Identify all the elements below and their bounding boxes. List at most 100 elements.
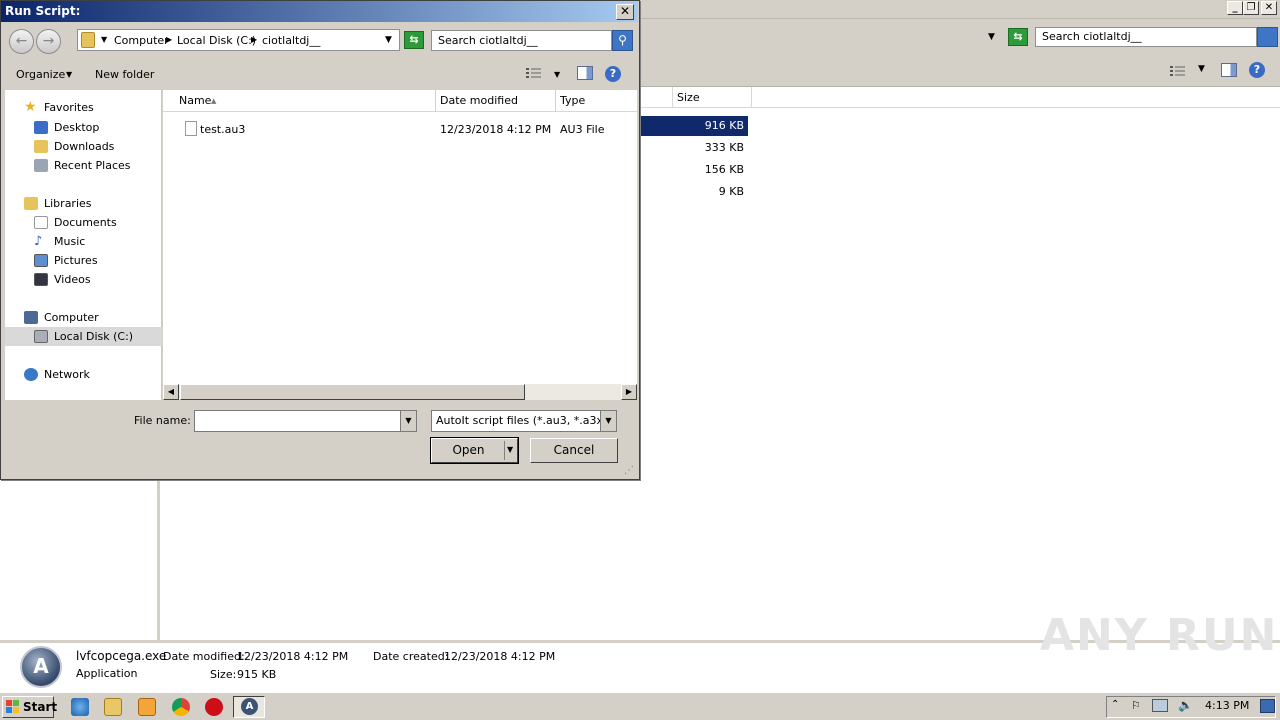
file-type-dropdown-icon[interactable]: ▼ [600,410,617,432]
organize-button[interactable]: Organize [16,68,65,81]
file-name-dropdown-icon[interactable]: ▼ [400,410,417,432]
scroll-right-icon[interactable]: ▶ [621,384,637,400]
clock[interactable]: 4:13 PM [1205,699,1249,712]
size-cell[interactable]: 916 KB [640,116,748,136]
column-header-date-modified[interactable]: Date modified [435,90,518,112]
nav-network[interactable]: Network [5,365,162,384]
nav-documents[interactable]: Documents [5,213,162,232]
breadcrumb-chevron-icon[interactable]: ▶ [166,35,172,44]
column-header-size[interactable]: Size [672,87,752,108]
details-date-modified-label: Date modified: [163,650,245,663]
nav-local-disk[interactable]: Local Disk (C:) [5,327,162,346]
refresh-icon[interactable]: ⇆ [404,31,424,49]
documents-icon [34,216,48,229]
details-file-type: Application [76,667,138,680]
dialog-close-button[interactable]: ✕ [616,4,634,20]
column-header-name[interactable]: Name [174,90,211,112]
close-button[interactable]: ✕ [1261,1,1277,15]
tray-expand-icon[interactable]: ⌃ [1111,699,1119,710]
file-type-select[interactable]: AutoIt script files (*.au3, *.a3x) [431,410,601,432]
search-icon[interactable] [1257,27,1278,47]
opera-icon[interactable] [205,698,223,716]
internet-explorer-icon[interactable] [71,698,89,716]
scroll-left-icon[interactable]: ◀ [163,384,179,400]
computer-icon [24,311,38,324]
drive-icon [34,330,48,343]
size-cell[interactable]: 9 KB [640,182,748,202]
nav-label: Favorites [44,101,94,114]
breadcrumb-folder[interactable]: ciotlaltdj__ [262,34,320,47]
autoit-icon: A [241,698,258,715]
nav-music[interactable]: ♪ Music [5,232,162,251]
scroll-thumb[interactable] [180,384,525,400]
file-name-label: File name: [134,414,191,427]
address-dropdown-icon[interactable]: ▼ [385,35,392,45]
autoit-logo-icon: A [33,654,49,678]
nav-libraries[interactable]: Libraries [5,194,162,213]
nav-label: Recent Places [54,159,131,172]
help-icon[interactable]: ? [1249,62,1265,78]
nav-favorites[interactable]: ★ Favorites [5,98,162,117]
minimize-button[interactable]: _ [1227,1,1243,15]
details-file-name: lvfcopcega.exe [76,649,167,663]
forward-button[interactable]: → [36,29,61,54]
file-name: test.au3 [200,123,246,136]
volume-icon[interactable]: 🔈 [1178,698,1193,712]
downloads-icon [34,140,48,153]
back-button[interactable]: ← [9,29,34,54]
resize-grip-icon[interactable]: ⋰ [624,465,634,476]
breadcrumb-chevron-icon[interactable]: ▼ [101,35,107,44]
star-icon: ★ [24,99,37,115]
open-button-separator [504,441,505,460]
preview-pane-icon[interactable] [1221,63,1237,77]
preview-pane-icon[interactable] [577,66,593,80]
network-tray-icon[interactable] [1152,699,1168,712]
views-icon[interactable] [526,67,542,80]
details-size: 915 KB [237,668,277,681]
file-name-input[interactable] [194,410,404,432]
views-dropdown-icon[interactable]: ▼ [1198,64,1205,74]
background-search-input[interactable]: Search ciotlaltdj__ [1035,27,1257,47]
sort-ascending-icon: ▲ [211,97,217,105]
cancel-button[interactable]: Cancel [530,438,618,463]
nav-label: Pictures [54,254,98,267]
nav-recent-places[interactable]: Recent Places [5,156,162,175]
navpane-splitter[interactable] [157,480,160,640]
show-desktop-icon[interactable] [1260,699,1275,713]
organize-dropdown-icon[interactable]: ▼ [66,70,72,79]
dialog-titlebar[interactable] [1,1,638,22]
address-dropdown-icon[interactable]: ▼ [988,32,995,42]
media-player-icon[interactable] [138,698,156,716]
details-date-modified: 12/23/2018 4:12 PM [237,650,349,663]
nav-label: Local Disk (C:) [54,330,134,343]
nav-downloads[interactable]: Downloads [5,137,162,156]
chrome-icon[interactable] [172,698,190,716]
open-dropdown-icon[interactable]: ▼ [507,445,513,454]
nav-label: Libraries [44,197,92,210]
dialog-title: Run Script: [5,4,81,18]
taskbar [0,692,1280,720]
breadcrumb-computer[interactable]: Computer [114,34,169,47]
new-folder-button[interactable]: New folder [95,68,154,81]
refresh-icon[interactable]: ⇆ [1008,28,1028,46]
nav-pictures[interactable]: Pictures [5,251,162,270]
search-icon[interactable]: ⚲ [612,30,633,51]
nav-videos[interactable]: Videos [5,270,162,289]
desktop-icon [34,121,48,134]
dialog-search-input[interactable]: Search ciotlaltdj__ [431,30,612,51]
column-header-type[interactable]: Type [555,90,585,112]
nav-computer[interactable]: Computer [5,308,162,327]
help-icon[interactable]: ? [605,66,621,82]
nav-desktop[interactable]: Desktop [5,118,162,137]
views-dropdown-icon[interactable]: ▼ [554,70,560,79]
breadcrumb-chevron-icon[interactable]: ▶ [251,35,257,44]
size-cell[interactable]: 156 KB [640,160,748,180]
size-cell[interactable]: 333 KB [640,138,748,158]
explorer-folder-icon[interactable] [104,698,122,716]
breadcrumb-local-disk[interactable]: Local Disk (C:) [177,34,256,47]
taskbar-autoit-button[interactable]: A [233,696,265,718]
details-size-label: Size: [210,668,237,681]
restore-button[interactable]: ❐ [1243,1,1259,15]
action-center-flag-icon[interactable]: ⚐ [1131,699,1141,712]
views-icon[interactable] [1170,65,1186,77]
